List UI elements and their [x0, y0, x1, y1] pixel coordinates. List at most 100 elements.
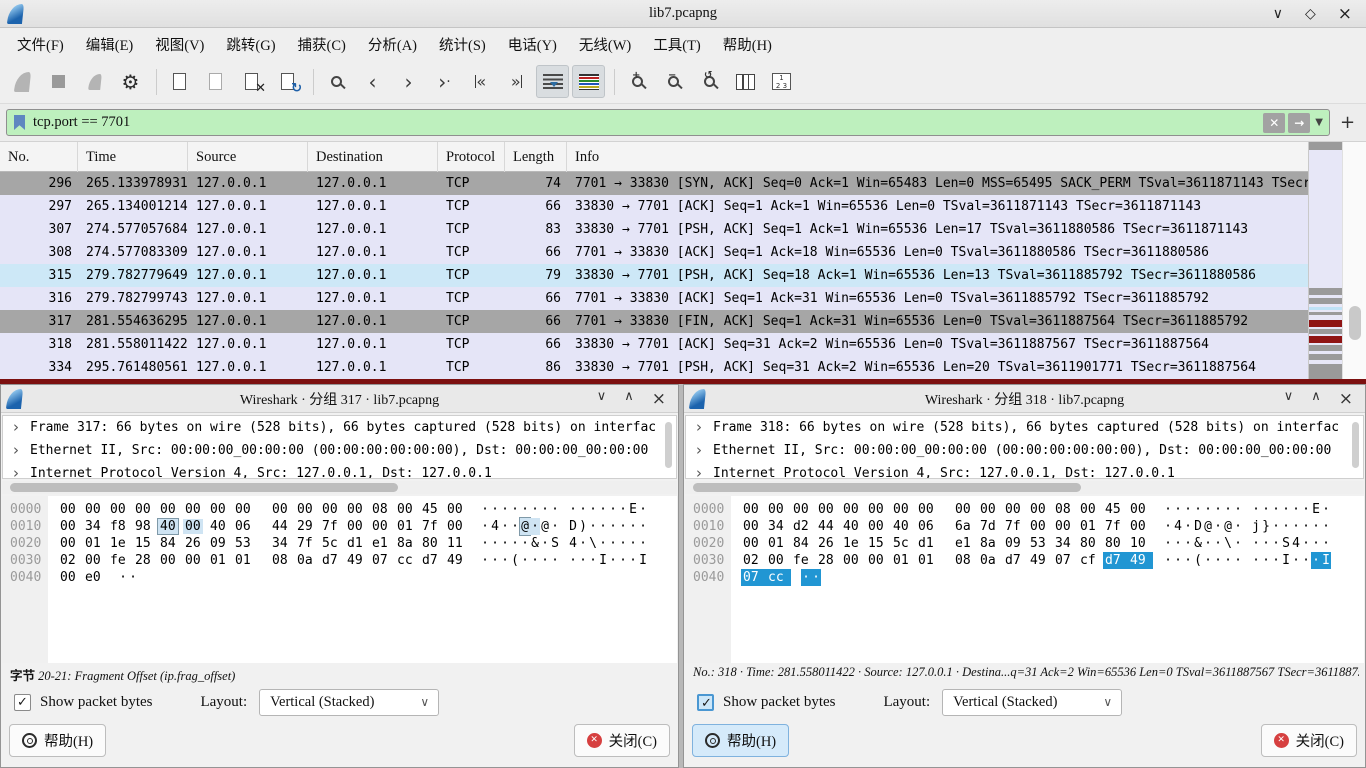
zoom-out-icon[interactable]: −: [657, 65, 690, 98]
close-file-icon[interactable]: ✕: [235, 65, 268, 98]
apply-filter-icon[interactable]: →: [1288, 113, 1310, 133]
first-packet-icon[interactable]: «: [464, 65, 497, 98]
hex-row[interactable]: 000000000000000000000000000008004500····…: [2, 501, 677, 518]
packet-row-334[interactable]: 334295.761480561127.0.0.1127.0.0.1TCP863…: [0, 356, 1308, 379]
packet-row-317[interactable]: 317281.554636295127.0.0.1127.0.0.1TCP667…: [0, 310, 1308, 333]
unshade-icon[interactable]: [1311, 389, 1321, 409]
tree-hscrollbar[interactable]: [685, 481, 1364, 494]
packet-row-318[interactable]: 318281.558011422127.0.0.1127.0.0.1TCP663…: [0, 333, 1308, 356]
save-file-icon[interactable]: [199, 65, 232, 98]
menu-无线W[interactable]: 无线(W): [568, 30, 642, 59]
tree-vscrollbar[interactable]: [1352, 422, 1359, 468]
show-packet-bytes-checkbox[interactable]: [14, 694, 31, 711]
packet-row-297[interactable]: 297265.134001214127.0.0.1127.0.0.1TCP663…: [0, 195, 1308, 218]
scrollbar-thumb[interactable]: [693, 483, 1081, 492]
scrollbar-thumb[interactable]: [1349, 306, 1361, 340]
hex-row[interactable]: 004007cc··: [685, 569, 1364, 586]
capture-options-icon[interactable]: ⚙: [114, 65, 147, 98]
menu-视图V[interactable]: 视图(V): [144, 30, 215, 59]
maximize-icon[interactable]: [1305, 6, 1316, 22]
colorize-icon[interactable]: [572, 65, 605, 98]
close-icon[interactable]: [1338, 4, 1352, 24]
go-back-icon[interactable]: ‹: [356, 65, 389, 98]
packet-list[interactable]: 296265.133978931127.0.0.1127.0.0.1TCP747…: [0, 172, 1308, 379]
layout-select[interactable]: Vertical (Stacked) ∨: [942, 689, 1122, 716]
open-file-icon[interactable]: [163, 65, 196, 98]
zoom-reset-icon[interactable]: ↺: [693, 65, 726, 98]
shade-icon[interactable]: [1284, 389, 1294, 409]
packet-row-296[interactable]: 296265.133978931127.0.0.1127.0.0.1TCP747…: [0, 172, 1308, 195]
hex-dump-view[interactable]: 000000000000000000000000000008004500····…: [685, 496, 1364, 663]
packet-list-header[interactable]: No.TimeSourceDestinationProtocolLengthIn…: [0, 142, 1366, 172]
column-header-source[interactable]: Source: [188, 142, 308, 172]
unshade-icon[interactable]: [624, 389, 634, 409]
detail-title-bar[interactable]: Wireshark · 分组 318 · lib7.pcapng: [684, 385, 1365, 413]
menu-工具T[interactable]: 工具(T): [642, 30, 712, 59]
hex-row[interactable]: 00100034d244400040066a7d7f0000017f00·4·D…: [685, 518, 1364, 535]
tree-row[interactable]: Internet Protocol Version 4, Src: 127.0.…: [686, 462, 1363, 479]
hex-row[interactable]: 00100034f8984000400644297f0000017f00·4··…: [2, 518, 677, 535]
packet-list-scrollbar[interactable]: [1342, 142, 1366, 379]
restart-capture-icon[interactable]: [78, 65, 111, 98]
packet-row-316[interactable]: 316279.782799743127.0.0.1127.0.0.1TCP667…: [0, 287, 1308, 310]
go-forward-icon[interactable]: ›: [392, 65, 425, 98]
filter-dropdown-icon[interactable]: ▼: [1315, 117, 1323, 128]
add-filter-button[interactable]: +: [1340, 109, 1355, 136]
tree-row[interactable]: Ethernet II, Src: 00:00:00_00:00:00 (00:…: [3, 439, 676, 462]
tree-hscrollbar[interactable]: [2, 481, 677, 494]
column-header-no[interactable]: No.: [0, 142, 78, 172]
minimize-icon[interactable]: [1273, 6, 1283, 22]
scrollbar-thumb[interactable]: [10, 483, 398, 492]
hex-row[interactable]: 002000011e1584260953347f5cd1e18a8011····…: [2, 535, 677, 552]
shade-icon[interactable]: [597, 389, 607, 409]
close-button[interactable]: 关闭(C): [1261, 724, 1357, 757]
protocol-tree[interactable]: Frame 318: 66 bytes on wire (528 bits), …: [685, 415, 1364, 479]
last-packet-icon[interactable]: »: [500, 65, 533, 98]
column-header-destination[interactable]: Destination: [308, 142, 438, 172]
intelligent-scrollbar[interactable]: [1308, 142, 1342, 379]
hex-row[interactable]: 00300200fe2800000101080ad74907cfd749···(…: [685, 552, 1364, 569]
find-packet-icon[interactable]: [320, 65, 353, 98]
protocol-tree[interactable]: Frame 317: 66 bytes on wire (528 bits), …: [2, 415, 677, 479]
go-to-packet-icon[interactable]: ›·: [428, 65, 461, 98]
toggle-columns-icon[interactable]: 12 3: [765, 65, 798, 98]
menu-捕获C[interactable]: 捕获(C): [287, 30, 357, 59]
menu-文件F[interactable]: 文件(F): [6, 30, 75, 59]
close-icon[interactable]: [652, 389, 666, 409]
resize-columns-icon[interactable]: [729, 65, 762, 98]
menu-编辑E[interactable]: 编辑(E): [75, 30, 145, 59]
tree-row[interactable]: Ethernet II, Src: 00:00:00_00:00:00 (00:…: [686, 439, 1363, 462]
reload-file-icon[interactable]: ↻: [271, 65, 304, 98]
column-header-protocol[interactable]: Protocol: [438, 142, 505, 172]
column-header-length[interactable]: Length: [505, 142, 567, 172]
hex-row[interactable]: 000000000000000000000000000008004500····…: [685, 501, 1364, 518]
zoom-in-icon[interactable]: +: [621, 65, 654, 98]
tree-row[interactable]: Internet Protocol Version 4, Src: 127.0.…: [3, 462, 676, 479]
bookmark-icon[interactable]: [14, 115, 25, 130]
layout-select[interactable]: Vertical (Stacked) ∨: [259, 689, 439, 716]
menu-跳转G[interactable]: 跳转(G): [215, 30, 286, 59]
start-capture-icon[interactable]: [6, 65, 39, 98]
display-filter-input[interactable]: tcp.port == 7701 ✕ → ▼: [6, 109, 1330, 136]
menu-帮助H[interactable]: 帮助(H): [712, 30, 783, 59]
packet-row-315[interactable]: 315279.782779649127.0.0.1127.0.0.1TCP793…: [0, 264, 1308, 287]
tree-row[interactable]: Frame 317: 66 bytes on wire (528 bits), …: [3, 416, 676, 439]
hex-row[interactable]: 0020000184261e155cd1e18a095334808010···&…: [685, 535, 1364, 552]
clear-filter-icon[interactable]: ✕: [1263, 113, 1285, 133]
menu-统计S[interactable]: 统计(S): [428, 30, 497, 59]
detail-title-bar[interactable]: Wireshark · 分组 317 · lib7.pcapng: [1, 385, 678, 413]
tree-row[interactable]: Frame 318: 66 bytes on wire (528 bits), …: [686, 416, 1363, 439]
help-button[interactable]: 帮助(H): [9, 724, 106, 757]
auto-scroll-icon[interactable]: [536, 65, 569, 98]
close-button[interactable]: 关闭(C): [574, 724, 670, 757]
show-packet-bytes-checkbox[interactable]: [697, 694, 714, 711]
tree-vscrollbar[interactable]: [665, 422, 672, 468]
column-header-time[interactable]: Time: [78, 142, 188, 172]
column-header-info[interactable]: Info: [567, 142, 1366, 172]
stop-capture-icon[interactable]: [42, 65, 75, 98]
help-button[interactable]: 帮助(H): [692, 724, 789, 757]
title-bar[interactable]: lib7.pcapng: [0, 0, 1366, 28]
menu-分析A[interactable]: 分析(A): [357, 30, 428, 59]
hex-row[interactable]: 00300200fe2800000101080ad74907ccd749···(…: [2, 552, 677, 569]
hex-dump-view[interactable]: 000000000000000000000000000008004500····…: [2, 496, 677, 663]
